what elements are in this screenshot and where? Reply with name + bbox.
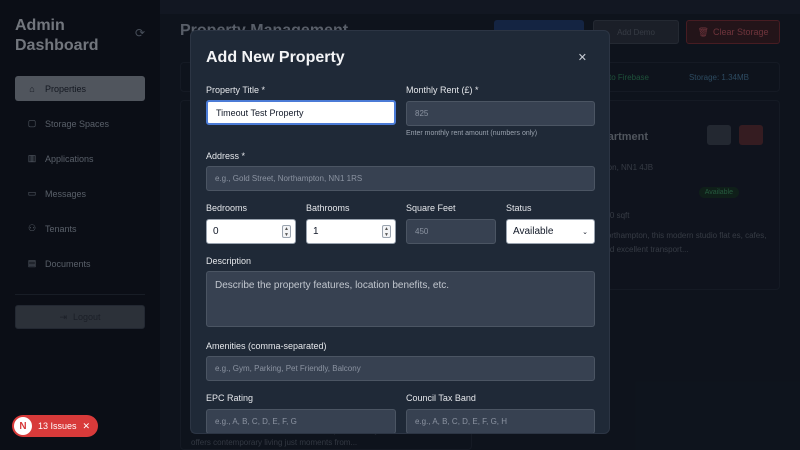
close-icon[interactable]: ✕ bbox=[578, 51, 587, 64]
bedrooms-stepper[interactable]: 0 ▲ ▼ bbox=[206, 219, 296, 244]
amenities-label: Amenities (comma-separated) bbox=[206, 341, 327, 351]
epc-rating-input[interactable] bbox=[206, 409, 396, 433]
issues-avatar: N bbox=[14, 417, 32, 435]
description-label: Description bbox=[206, 256, 252, 266]
monthly-rent-input[interactable] bbox=[406, 101, 595, 126]
monthly-rent-label: Monthly Rent (£) * bbox=[406, 85, 479, 95]
council-tax-input[interactable] bbox=[406, 409, 595, 433]
address-label: Address * bbox=[206, 151, 246, 161]
epc-rating-label: EPC Rating bbox=[206, 393, 254, 403]
bedrooms-value: 0 bbox=[213, 226, 219, 237]
square-feet-input[interactable] bbox=[406, 219, 496, 244]
issues-label: 13 Issues bbox=[38, 421, 77, 431]
spinner-icon[interactable]: ▲ ▼ bbox=[282, 225, 291, 238]
bathrooms-value: 1 bbox=[313, 226, 319, 237]
property-title-input[interactable] bbox=[206, 100, 396, 125]
monthly-rent-hint: Enter monthly rent amount (numbers only) bbox=[406, 130, 538, 137]
address-input[interactable] bbox=[206, 166, 595, 191]
close-icon[interactable]: ✕ bbox=[83, 421, 91, 432]
issues-badge[interactable]: N 13 Issues ✕ bbox=[12, 415, 99, 437]
property-title-label: Property Title * bbox=[206, 85, 266, 95]
modal-title: Add New Property bbox=[206, 49, 345, 66]
status-select[interactable]: Available ⌄ bbox=[506, 219, 595, 244]
status-value: Available bbox=[513, 226, 554, 237]
chevron-down-icon: ⌄ bbox=[582, 228, 588, 236]
council-tax-label: Council Tax Band bbox=[406, 393, 476, 403]
bedrooms-label: Bedrooms bbox=[206, 203, 248, 213]
square-feet-label: Square Feet bbox=[406, 203, 456, 213]
description-textarea[interactable] bbox=[206, 271, 595, 327]
bathrooms-label: Bathrooms bbox=[306, 203, 350, 213]
add-property-modal: Add New Property ✕ Property Title * Mont… bbox=[190, 30, 610, 434]
spinner-icon[interactable]: ▲ ▼ bbox=[382, 225, 391, 238]
status-label: Status bbox=[506, 203, 532, 213]
amenities-input[interactable] bbox=[206, 356, 595, 381]
bathrooms-stepper[interactable]: 1 ▲ ▼ bbox=[306, 219, 396, 244]
